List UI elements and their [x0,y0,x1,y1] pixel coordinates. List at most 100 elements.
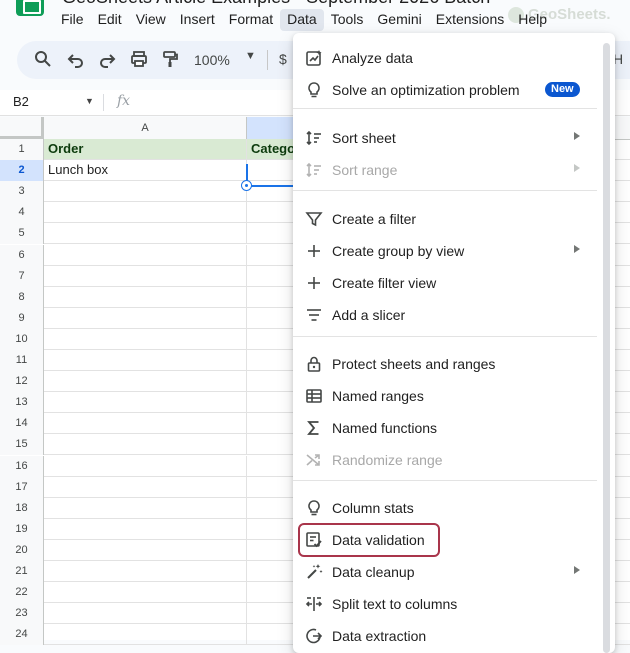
menu-help[interactable]: Help [511,9,554,31]
menu-item-column-stats[interactable]: Column stats [293,492,597,524]
row-number[interactable]: 4 [0,202,44,224]
menu-item-named-functions[interactable]: Named functions [293,412,597,444]
cell-a[interactable] [44,286,247,307]
print-icon[interactable] [129,50,149,70]
row-number[interactable]: 10 [0,328,44,350]
menu-tools[interactable]: Tools [324,9,371,31]
row-number[interactable]: 5 [0,223,44,245]
cell-a[interactable] [44,265,247,286]
row-number[interactable]: 8 [0,286,44,308]
cell-a[interactable] [44,307,247,328]
row-number[interactable]: 18 [0,497,44,519]
cell-a[interactable] [44,350,247,370]
row-number[interactable]: 21 [0,561,44,582]
row-number[interactable]: 19 [0,518,44,540]
cell-a[interactable] [44,223,247,244]
cell-a[interactable] [44,371,247,392]
row-number[interactable]: 1 [0,139,44,160]
sort-icon [305,129,323,147]
cell-a[interactable] [44,181,247,202]
menu-item-solve-an-optimization-problem[interactable]: Solve an optimization problem New [293,74,597,106]
column-header-a[interactable]: A [44,117,247,139]
cell-a[interactable] [44,476,247,497]
redo-icon[interactable] [97,50,117,70]
menu-item-data-cleanup[interactable]: Data cleanup [293,556,597,588]
currency-format-button[interactable]: $ [279,51,287,67]
name-box[interactable]: B2 [13,94,29,109]
row-number[interactable]: 24 [0,624,44,646]
row-number[interactable]: 6 [0,244,44,266]
menu-bar: File Edit View Insert Format Data Tools … [54,9,554,31]
sheets-logo[interactable] [16,0,44,16]
menu-item-label: Split text to columns [332,596,458,612]
row-number[interactable]: 7 [0,265,44,287]
menu-item-sort-sheet[interactable]: Sort sheet [293,122,597,154]
menu-item-label: Named ranges [332,388,424,404]
lock-icon [305,355,323,373]
menu-format[interactable]: Format [222,9,280,31]
selection-handle[interactable] [241,180,252,191]
cell-a[interactable]: Order [44,139,247,159]
row-number[interactable]: 14 [0,413,44,435]
menu-item-randomize-range: Randomize range [293,444,597,476]
shuffle-icon [305,451,323,469]
chevron-down-icon[interactable]: ▼ [85,96,94,106]
row-number[interactable]: 9 [0,307,44,329]
cell-a[interactable] [44,434,247,455]
row-number[interactable]: 11 [0,350,44,371]
menu-gemini[interactable]: Gemini [370,9,428,31]
paint-format-icon[interactable] [160,50,180,70]
cell-a[interactable] [44,413,247,434]
menu-item-add-a-slicer[interactable]: Add a slicer [293,299,597,331]
menu-item-protect-sheets-and-ranges[interactable]: Protect sheets and ranges [293,348,597,380]
row-number[interactable]: 23 [0,603,44,625]
cell-a[interactable] [44,244,247,265]
menu-item-create-a-filter[interactable]: Create a filter [293,203,597,235]
menu-item-named-ranges[interactable]: Named ranges [293,380,597,412]
menu-separator [293,108,597,109]
cell-a[interactable] [44,539,247,560]
cell-a[interactable] [44,603,247,624]
menu-item-analyze-data[interactable]: Analyze data [293,42,597,74]
row-number[interactable]: 3 [0,181,44,203]
menu-separator [293,336,597,337]
row-number[interactable]: 20 [0,539,44,561]
lightbulb-icon [305,81,323,99]
zoom-select[interactable]: 100% [194,52,230,68]
cell-a[interactable] [44,392,247,413]
cell-a[interactable] [44,561,247,581]
menu-scrollbar[interactable] [603,43,610,653]
menu-extensions[interactable]: Extensions [429,9,511,31]
cell-a[interactable] [44,328,247,349]
table-icon [305,387,323,405]
menu-item-create-filter-view[interactable]: Create filter view [293,267,597,299]
cell-a[interactable] [44,624,247,645]
row-number[interactable]: 15 [0,434,44,456]
menu-edit[interactable]: Edit [91,9,129,31]
row-number[interactable]: 22 [0,582,44,604]
row-number[interactable]: 12 [0,371,44,393]
row-number[interactable]: 17 [0,476,44,498]
menu-file[interactable]: File [54,9,91,31]
row-number[interactable]: 13 [0,392,44,414]
cell-a[interactable] [44,202,247,223]
menu-item-label: Protect sheets and ranges [332,356,496,372]
menu-item-data-extraction[interactable]: Data extraction [293,620,597,652]
cell-a[interactable] [44,497,247,518]
menu-insert[interactable]: Insert [173,9,222,31]
search-icon[interactable] [33,50,53,70]
menu-item-split-text-to-columns[interactable]: Split text to columns [293,588,597,620]
menu-data[interactable]: Data [280,9,324,31]
select-all-corner[interactable] [0,117,44,139]
chevron-down-icon[interactable]: ▼ [245,50,256,62]
undo-icon[interactable] [66,50,86,70]
cell-a[interactable] [44,518,247,539]
cell-a[interactable]: Lunch box [44,160,247,181]
document-title[interactable]: GeoSheets Article Examples - September 2… [62,0,490,8]
row-number[interactable]: 2 [0,160,44,182]
row-number[interactable]: 16 [0,455,44,477]
cell-a[interactable] [44,455,247,476]
menu-item-create-group-by-view[interactable]: Create group by view [293,235,597,267]
menu-view[interactable]: View [129,9,173,31]
cell-a[interactable] [44,582,247,603]
